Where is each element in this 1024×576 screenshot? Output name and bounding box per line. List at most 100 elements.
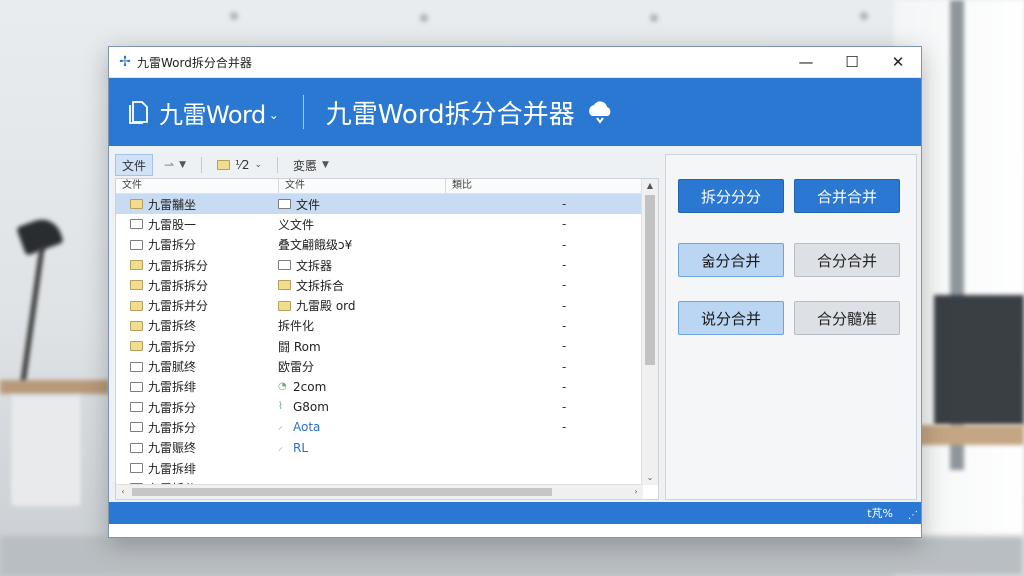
column-header-type[interactable]: 文件 <box>279 179 446 193</box>
column-header-size[interactable]: 類比 <box>446 179 652 193</box>
document-icon <box>129 101 148 124</box>
file-type-cell: 文件 <box>272 196 432 213</box>
split-button[interactable]: 拆分分分 <box>678 179 784 213</box>
folder-icon <box>130 260 143 271</box>
file-icon <box>130 381 143 392</box>
file-type-cell: 九雷殿 ord <box>272 297 432 314</box>
chevron-down-icon: ▼ <box>179 160 186 170</box>
scrollbar-thumb[interactable] <box>645 195 655 365</box>
toolbar: 文件 ⇀ ▼ ⅟2 ⌄ 変慝 ▼ <box>115 154 651 176</box>
file-size-cell: - <box>562 298 567 313</box>
file-name-cell: 九雷拆分 <box>116 338 272 355</box>
file-type: 闘 Rom <box>278 339 321 354</box>
app-header: 九雷Word ⌄ 九雷Word拆分合并器 <box>109 78 921 146</box>
file-type-cell: ◔ 2com <box>272 380 432 394</box>
share-button[interactable]: ⇀ ▼ <box>157 154 193 176</box>
file-name: 九雷拆并分 <box>148 299 209 314</box>
file-type: 2com <box>293 379 327 394</box>
file-row[interactable]: 九雷拆终 拆件化 - <box>116 316 643 336</box>
file-name-cell: 九雷腻终 <box>116 358 272 375</box>
edit-menu-button[interactable]: 変慝 ▼ <box>286 154 336 176</box>
file-name: 九雷赈终 <box>148 441 197 456</box>
file-type: 叠文翩餓级ɔ¥ <box>278 238 353 253</box>
scroll-down-icon[interactable]: ⌄ <box>642 471 658 485</box>
document-icon <box>278 260 291 271</box>
ceiling-light <box>420 14 428 22</box>
file-icon <box>130 402 143 413</box>
file-size-cell: - <box>562 379 567 394</box>
scroll-left-icon[interactable]: ‹ <box>116 485 130 499</box>
background-lamp <box>16 214 64 256</box>
file-row[interactable]: 九雷拆绯 ◔ 2com - <box>116 377 643 397</box>
folder-icon <box>130 199 143 210</box>
split-merge-button[interactable]: 숣分合并 <box>678 243 784 277</box>
say-merge-button[interactable]: 说分合并 <box>678 301 784 335</box>
file-name: 九雷拆分 <box>148 400 197 415</box>
file-type-cell: 文拆器 <box>272 257 432 274</box>
file-row[interactable]: 九雷拆分 ⸝ Aota - <box>116 417 643 437</box>
file-row[interactable]: 九雷拆分 叠文翩餓级ɔ¥ - <box>116 235 643 255</box>
file-icon <box>130 219 143 230</box>
file-row[interactable]: 九雷赈终 ⸝ RL <box>116 438 643 458</box>
file-name-cell: 九雷拆分 <box>116 236 272 253</box>
horizontal-scrollbar[interactable]: ‹ › <box>116 484 643 499</box>
file-type: G8om <box>293 400 329 415</box>
toolbar-separator <box>277 157 278 173</box>
toolbar-separator <box>201 157 202 173</box>
file-name-cell: 九雷拆拆分 <box>116 277 272 294</box>
background-desk-right <box>914 425 1024 445</box>
scroll-right-icon[interactable]: › <box>629 485 643 499</box>
chev-icon: ⌇ <box>278 401 283 413</box>
file-row[interactable]: 九雷黼坐 文件 - <box>116 194 643 215</box>
vertical-scrollbar[interactable]: ▲ ⌄ <box>641 179 658 485</box>
merge-edit-button[interactable]: 合分髓准 <box>794 301 900 335</box>
file-row[interactable]: 九雷拆拆分 文拆拆合 - <box>116 275 643 295</box>
file-name: 九雷拆绯 <box>148 461 197 476</box>
brand-dropdown-icon[interactable]: ⌄ <box>269 108 279 122</box>
file-row[interactable]: 九雷拆分 闘 Rom - <box>116 336 643 356</box>
folder-button[interactable]: ⅟2 ⌄ <box>210 154 269 176</box>
file-icon <box>130 239 143 250</box>
file-rows: 九雷黼坐 文件 - 九雷股一 义文件 - 九雷拆分 叠文翩餓级ɔ¥ - 九雷拆拆分 文拆器 - 九雷拆拆… <box>116 194 643 498</box>
background-lamp-arm <box>20 245 45 385</box>
scroll-up-icon[interactable]: ▲ <box>642 179 658 193</box>
file-size-cell: - <box>562 217 567 232</box>
file-name: 九雷拆拆分 <box>148 258 209 273</box>
file-menu-button[interactable]: 文件 <box>115 154 154 176</box>
scrollbar-thumb[interactable] <box>132 488 552 496</box>
file-row[interactable]: 九雷股一 义文件 - <box>116 214 643 234</box>
file-size-cell: - <box>562 278 567 293</box>
file-type-cell: 义文件 <box>272 216 432 233</box>
file-name-cell: 九雷黼坐 <box>116 196 272 213</box>
file-name-cell: 九雷拆绯 <box>116 460 272 477</box>
column-header-name[interactable]: 文件 <box>116 179 279 193</box>
file-type-cell: 文拆拆合 <box>272 277 432 294</box>
minimize-button[interactable]: — <box>783 47 829 77</box>
leaf-icon: ◔ <box>278 380 287 392</box>
file-list: 文件 文件 類比 九雷黼坐 文件 - 九雷股一 义文件 - 九雷拆分 叠文翩餓级ɔ¥ - 九雷拆拆… <box>115 178 659 500</box>
file-type-cell: ⸝ Aota <box>272 420 432 434</box>
merge-split-button[interactable]: 合分合并 <box>794 243 900 277</box>
file-row[interactable]: 九雷腻终 欧雷分 - <box>116 356 643 376</box>
file-name: 九雷腻终 <box>148 360 197 375</box>
file-size-cell: - <box>562 359 567 374</box>
folder-icon <box>217 160 230 170</box>
cloud-icon <box>588 101 610 124</box>
ceiling-light <box>650 14 658 22</box>
merge-button[interactable]: 合并合并 <box>794 179 900 213</box>
background-cabinet <box>10 395 82 507</box>
file-row[interactable]: 九雷拆绯 <box>116 458 643 478</box>
file-type: RL <box>293 440 309 455</box>
folder-icon <box>130 341 143 352</box>
file-row[interactable]: 九雷拆拆分 文拆器 - <box>116 255 643 275</box>
file-type: 文拆拆合 <box>296 278 345 293</box>
maximize-button[interactable]: ☐ <box>829 47 875 77</box>
file-row[interactable]: 九雷拆并分 九雷殿 ord - <box>116 295 643 315</box>
status-text: t芃% <box>867 507 893 520</box>
share-icon: ⇀ <box>164 158 175 172</box>
column-header-row: 文件 文件 類比 <box>116 179 658 194</box>
resize-grip-icon[interactable]: ⋰ <box>908 510 918 521</box>
file-row[interactable]: 九雷拆分 ⌇ G8om - <box>116 397 643 417</box>
close-button[interactable]: ✕ <box>875 47 921 77</box>
ceiling-light <box>230 12 238 20</box>
